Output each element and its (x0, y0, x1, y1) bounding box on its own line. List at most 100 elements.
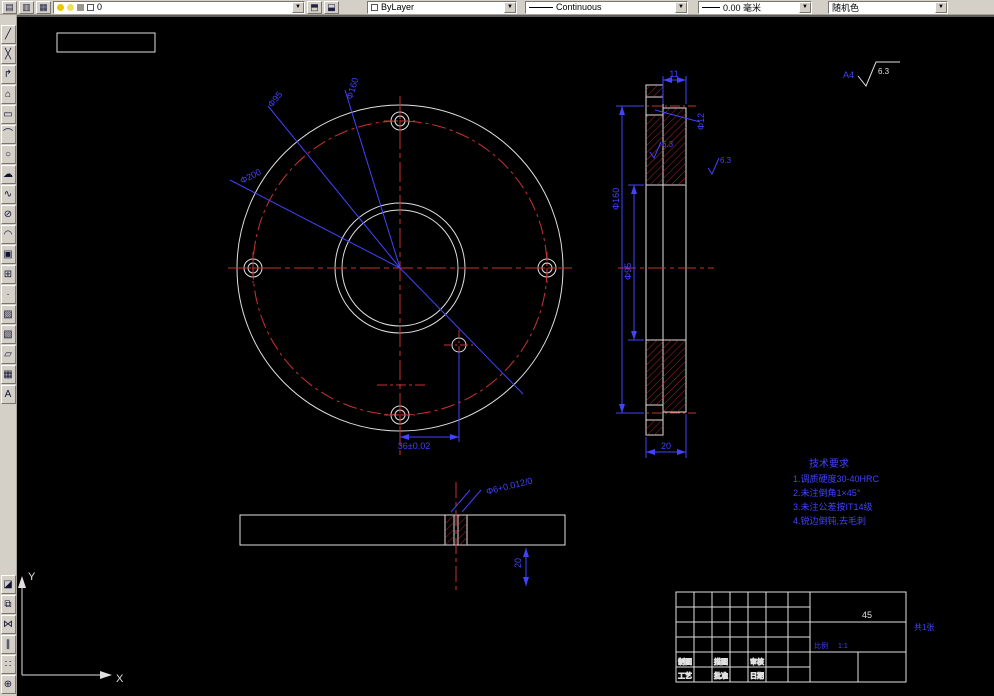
bottom-view: Φ6+0.012/0 20 (239, 475, 566, 592)
array-button[interactable]: ∷ (0, 655, 16, 674)
line-button[interactable]: ╱ (0, 25, 16, 44)
note-line-3: 3.未注公差按IT14级 (793, 501, 873, 512)
notes-title: 技术要求 (809, 457, 849, 470)
hole-hatch-right (458, 515, 467, 545)
dim-20-bottom: 20 (513, 558, 523, 568)
mirror-button[interactable]: ⋈ (0, 615, 16, 634)
front-view: Φ95 Φ160 Φ200 36±0.02 (228, 76, 572, 455)
drawing-svg[interactable]: Φ95 Φ160 Φ200 36±0.02 11 Φ12 Φ160 Φ95 20… (17, 15, 994, 696)
radial-dimension-lines (229, 89, 524, 442)
bar-outline (239, 514, 566, 546)
color-value: ByLayer (381, 2, 415, 12)
plotstyle-value: 随机色 (832, 2, 860, 13)
polyline-button[interactable]: ↱ (0, 65, 16, 84)
make-object-layer-current-button[interactable]: ⬒ (307, 0, 322, 14)
linetype-combo-dropdown-icon[interactable]: ▼ (675, 1, 687, 13)
linetype-combo[interactable]: Continuous ▼ (525, 0, 688, 14)
insert-block-button[interactable]: ▣ (0, 245, 16, 264)
plotstyle-combo[interactable]: 随机色 ▼ (828, 0, 948, 14)
hatch-button[interactable]: ▨ (0, 305, 16, 324)
color-combo[interactable]: ByLayer ▼ (367, 0, 517, 14)
note-line-4: 4.锐边倒钝,去毛刺 (793, 515, 866, 526)
layer-combo[interactable]: 0 ▼ (53, 0, 305, 14)
layer-combo-dropdown-icon[interactable]: ▼ (292, 1, 304, 13)
cad-window: ▤ ▥ ▦ 0 ▼ ⬒ ⬓ ByLayer ▼ Continuous ▼ 0.0… (0, 0, 994, 696)
technical-notes: 技术要求 1.调质硬度30-40HRC 2.未注倒角1×45° 3.未注公差按I… (793, 457, 880, 526)
dim-phi12: Φ12 (696, 113, 706, 130)
gradient-button[interactable]: ▧ (0, 325, 16, 344)
note-line-1: 1.调质硬度30-40HRC (793, 473, 880, 484)
sheet-size-label: A4 (843, 70, 854, 80)
current-layer-value: 0 (97, 2, 103, 12)
spline-button[interactable]: ∿ (0, 185, 16, 204)
lineweight-combo[interactable]: 0.00 毫米 ▼ (698, 0, 812, 14)
title-cell-r1c3: 审核 (750, 657, 764, 666)
roughness-value-2: 6.3 (720, 156, 732, 165)
object-properties-toolbar: ▤ ▥ ▦ 0 ▼ ⬒ ⬓ ByLayer ▼ Continuous ▼ 0.0… (0, 0, 994, 15)
title-block: 制图 描图 审核 工艺 批准 日期 45 比例 1:1 共1张 (675, 591, 934, 683)
section-view: 11 Φ12 Φ160 Φ95 20 6.3 6.3 (611, 69, 732, 458)
layer-previous-button[interactable]: ⬓ (324, 0, 339, 14)
dim-phi6: Φ6+0.012/0 (485, 475, 533, 496)
ellipse-button[interactable]: ⊘ (0, 205, 16, 224)
plotstyle-combo-dropdown-icon[interactable]: ▼ (935, 1, 947, 13)
dim-11: 11 (669, 69, 678, 79)
sheet-corner-rect (56, 32, 156, 53)
dim-20-section: 20 (661, 441, 671, 451)
sheet-roughness-note: A4 6.3 (843, 61, 900, 87)
scale-value: 1:1 (838, 643, 848, 650)
title-cell-r1c2: 描图 (714, 657, 728, 666)
offset-button[interactable]: ∥ (0, 635, 16, 654)
point-button[interactable]: · (0, 285, 16, 304)
multiline-text-button[interactable]: A (0, 385, 16, 404)
sheet-count: 共1张 (914, 623, 934, 632)
ucs-x-label: X (116, 673, 124, 685)
dim-phi95: Φ95 (266, 90, 285, 110)
arc-button[interactable]: ⌒ (0, 125, 16, 144)
circle-button[interactable]: ○ (0, 145, 16, 164)
title-block-grid (676, 592, 906, 682)
linetype-value: Continuous (556, 2, 602, 12)
lineweight-sample-icon (702, 6, 720, 8)
dim-phi160-section: Φ160 (611, 188, 621, 210)
bylayer-color-icon (371, 3, 378, 11)
title-cell-r1c1: 制图 (678, 657, 692, 666)
ellipse-arc-button[interactable]: ◠ (0, 225, 16, 244)
move-button[interactable]: ⊕ (0, 675, 16, 694)
polygon-button[interactable]: ⌂ (0, 85, 16, 104)
roughness-value-1: 6.3 (662, 140, 674, 149)
layer-properties-manager-button[interactable]: ▤ (2, 0, 17, 14)
model-space-canvas[interactable]: Φ95 Φ160 Φ200 36±0.02 11 Φ12 Φ160 Φ95 20… (17, 15, 994, 696)
lineweight-value: 0.00 毫米 (723, 2, 762, 13)
lineweight-combo-dropdown-icon[interactable]: ▼ (799, 1, 811, 13)
title-cell-r2c1: 工艺 (678, 672, 692, 680)
erase-button[interactable]: ◪ (0, 575, 16, 594)
construction-line-button[interactable]: ╳ (0, 45, 16, 64)
hole-hatch-left (445, 515, 454, 545)
dim-phi200: Φ200 (238, 167, 262, 186)
draw-toolbar: ╱ ╳ ↱ ⌂ ▭ ⌒ ○ ☁ ∿ ⊘ ◠ ▣ ⊞ · ▨ ▧ ▱ ▦ A ◪ … (0, 15, 17, 696)
roughness-default-value: 6.3 (878, 67, 890, 76)
layer-thaw-icon (67, 3, 74, 11)
layer-isolate-button[interactable]: ▦ (36, 0, 51, 14)
region-button[interactable]: ▱ (0, 345, 16, 364)
title-cell-r2c3: 日期 (750, 672, 764, 680)
scale-label: 比例 (814, 641, 828, 650)
rectangle-button[interactable]: ▭ (0, 105, 16, 124)
dim-phi95-section: Φ95 (623, 263, 633, 280)
layer-on-icon (57, 3, 64, 11)
linetype-sample-icon (529, 6, 553, 8)
make-block-button[interactable]: ⊞ (0, 265, 16, 284)
copy-button[interactable]: ⧉ (0, 595, 16, 614)
roughness-symbol-2 (707, 157, 720, 176)
section-hatch (646, 85, 686, 435)
dim-phi160: Φ160 (344, 76, 360, 100)
color-combo-dropdown-icon[interactable]: ▼ (504, 1, 516, 13)
revision-cloud-button[interactable]: ☁ (0, 165, 16, 184)
layer-states-button[interactable]: ▥ (19, 0, 34, 14)
layer-lock-icon (77, 3, 84, 11)
dim-36: 36±0.02 (398, 441, 430, 451)
table-button[interactable]: ▦ (0, 365, 16, 384)
material-value: 45 (862, 610, 872, 620)
note-line-2: 2.未注倒角1×45° (793, 487, 861, 498)
